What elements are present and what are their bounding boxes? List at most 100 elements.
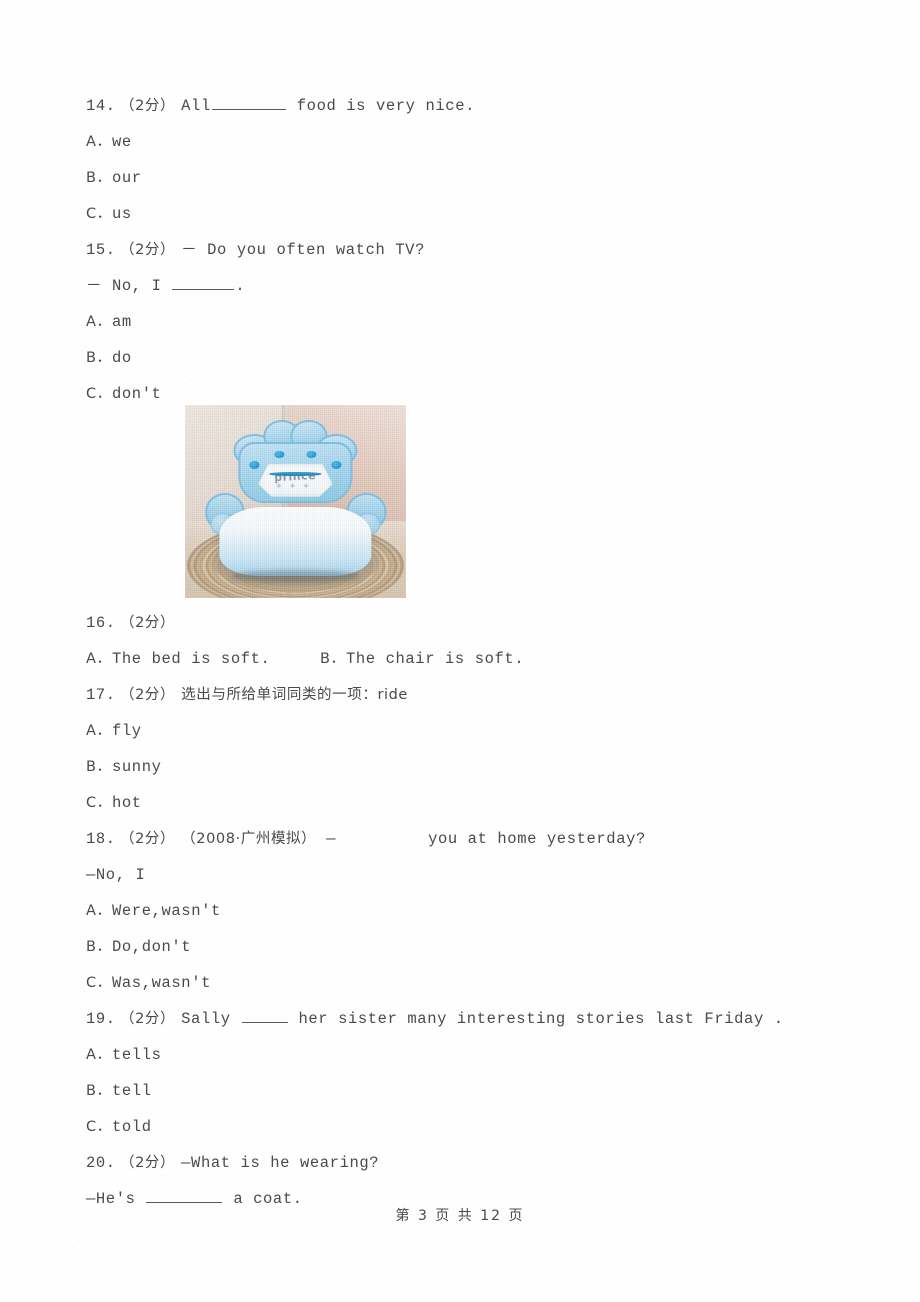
option-label: B． [86,170,112,186]
question-18-stem-line2: —No, I [86,857,846,893]
option-label: B． [86,350,112,366]
crown-bottom-pill [269,472,322,476]
question-15-blank [172,276,235,290]
option-text: hot [112,794,142,812]
option-text: The bed is soft. [112,650,271,668]
option-label: A． [86,314,112,330]
question-16-image: prince ✦✦✦ [185,405,406,598]
question-19-stem-after: her sister many interesting stories last… [298,1010,784,1028]
question-17-stem: 17. （2分） 选出与所给单词同类的一项：ride [86,677,846,713]
option-text: Do,don't [112,938,192,956]
crown-dot [306,450,317,459]
question-17-option-a[interactable]: A．fly [86,713,846,749]
question-17-stem-text: 选出与所给单词同类的一项：ride [181,687,408,703]
question-18-stem: 18. （2分） （2008·广州模拟） — you at home yesterda… [86,821,846,857]
question-14-option-c[interactable]: C．us [86,196,846,232]
question-18-option-b[interactable]: B．Do,don't [86,929,846,965]
question-19-points: （2分） [120,1011,176,1027]
question-15-option-b[interactable]: B．do [86,340,846,376]
question-17-option-b[interactable]: B．sunny [86,749,846,785]
question-20-points: （2分） [120,1155,176,1171]
option-label: C． [86,206,112,222]
option-label: A． [86,723,112,739]
question-15-answer-prefix: － No, I [86,277,162,295]
crown-dot [249,461,260,469]
option-label: C． [86,386,112,402]
page-footer: 第 3 页 共 12 页 [395,1208,525,1224]
question-18-source: （2008·广州模拟） [181,831,317,847]
option-label: A． [86,1047,112,1063]
question-16-option-b[interactable]: B．The chair is soft. [320,641,524,677]
option-label: B． [86,1083,112,1099]
question-18-number: 18. [86,830,116,848]
question-18-points: （2分） [120,831,176,847]
chair-crown-backrest: prince ✦✦✦ [233,420,358,504]
question-14-points: （2分） [120,98,176,114]
question-14-stem-before: All [181,97,211,115]
question-19-stem-before: Sally [181,1010,231,1028]
question-20-blank [146,1189,223,1203]
option-label: C． [86,1119,112,1135]
option-label: A． [86,134,112,150]
question-19-option-a[interactable]: A．tells [86,1037,846,1073]
chair-seat-cushion [219,506,372,577]
option-label: B． [86,759,112,775]
option-text: tells [112,1046,162,1064]
question-15-stem: 15. （2分） － Do you often watch TV? [86,232,846,268]
question-18-stem-after: you at home yesterday? [428,830,646,848]
question-14-option-b[interactable]: B．our [86,160,846,196]
question-16-number: 16. [86,614,116,632]
chair-shadow [230,569,361,584]
crown-stars-icon: ✦✦✦ [275,481,316,492]
question-20-stem-text: —What is he wearing? [181,1154,380,1172]
question-16-options-row: A．The bed is soft. B．The chair is soft. [86,641,846,677]
question-18-answer-prefix: —No, I [86,866,146,884]
question-20-stem: 20. （2分） —What is he wearing? [86,1145,846,1181]
question-15-option-a[interactable]: A．am [86,304,846,340]
exam-page: 14. （2分） All food is very nice. A．we B．our… [0,0,920,1302]
option-text: Were,wasn't [112,902,221,920]
question-14-blank [211,96,286,110]
question-15-points: （2分） [120,242,176,258]
question-19-number: 19. [86,1010,116,1028]
question-14-option-a[interactable]: A．we [86,124,846,160]
option-label: C． [86,795,112,811]
option-text: Was,wasn't [112,974,212,992]
question-19-option-c[interactable]: C．told [86,1109,846,1145]
question-14-stem: 14. （2分） All food is very nice. [86,88,846,124]
question-15-stem-line2: － No, I . [86,268,846,304]
plush-chair: prince ✦✦✦ [204,420,387,586]
option-text: am [112,313,132,331]
question-16-stem: 16. （2分） [86,605,846,641]
option-text: The chair is soft. [346,650,525,668]
question-17-number: 17. [86,686,116,704]
question-14-stem-after: food is very nice. [296,97,475,115]
question-15-stem-text: － Do you often watch TV? [181,241,425,259]
option-label: B． [86,939,112,955]
option-label: A． [86,651,112,667]
question-19-stem: 19. （2分） Sally her sister many interesting… [86,1001,846,1037]
option-label: A． [86,903,112,919]
question-list: 14. （2分） All food is very nice. A．we B．our… [86,88,846,1217]
option-text: us [112,205,132,223]
question-18-dash: — [326,830,337,848]
option-label: B． [320,651,346,667]
question-18-option-a[interactable]: A．Were,wasn't [86,893,846,929]
question-18-option-c[interactable]: C．Was,wasn't [86,965,846,1001]
question-14-number: 14. [86,97,116,115]
question-17-option-c[interactable]: C．hot [86,785,846,821]
question-17-points: （2分） [120,687,176,703]
option-text: sunny [112,758,162,776]
crown-dot [274,450,285,459]
option-label: C． [86,975,112,991]
option-text: told [112,1118,152,1136]
crown-body: prince ✦✦✦ [238,442,353,504]
question-16-points: （2分） [120,615,176,631]
question-20-number: 20. [86,1154,116,1172]
question-16-option-a[interactable]: A．The bed is soft. [86,650,270,668]
question-15-number: 15. [86,241,116,259]
option-text: our [112,169,142,187]
question-19-blank [241,1009,288,1023]
question-19-option-b[interactable]: B．tell [86,1073,846,1109]
question-15-answer-suffix: . [235,277,246,295]
